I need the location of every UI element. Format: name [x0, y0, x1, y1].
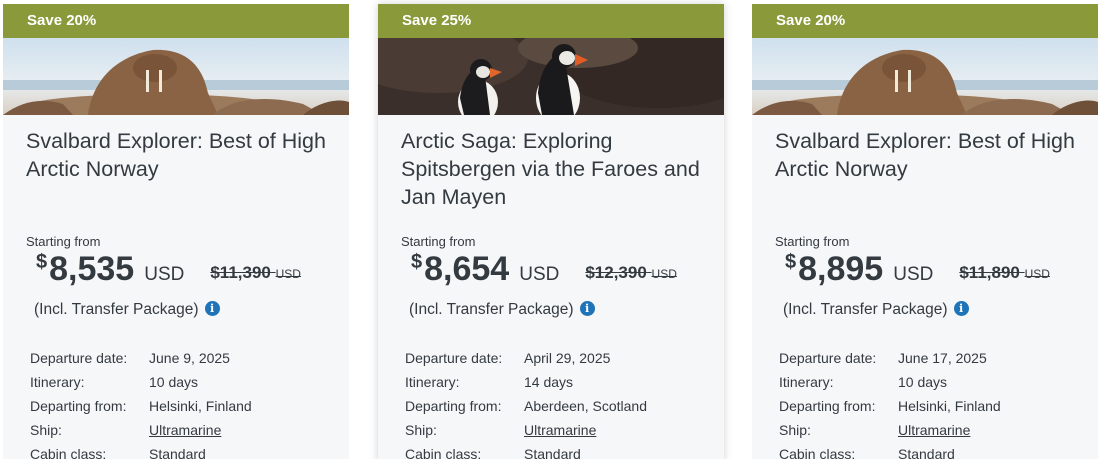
trip-title[interactable]: Arctic Saga: Exploring Spitsbergen via t…	[401, 127, 701, 227]
starting-from-label: Starting from	[775, 234, 850, 249]
price-row: $ 8,654 USD $12,390 USD	[401, 249, 701, 289]
original-price-amount: $11,890	[959, 263, 1020, 282]
original-price-currency: USD	[275, 267, 301, 281]
detail-value: 10 days	[149, 374, 199, 390]
detail-value: June 17, 2025	[898, 350, 987, 366]
info-icon[interactable]: i	[579, 300, 595, 316]
detail-value: 10 days	[898, 374, 948, 390]
detail-label: Departing from:	[405, 398, 502, 414]
detail-value: June 9, 2025	[149, 350, 230, 366]
detail-label: Cabin class:	[30, 446, 107, 459]
detail-value: Helsinki, Finland	[149, 398, 252, 414]
currency-symbol: $	[36, 251, 48, 273]
discount-badge: Save 20%	[752, 4, 1098, 38]
transfer-package-label: (Incl. Transfer Package)	[409, 301, 574, 318]
detail-row-ship: Ship: Ultramarine	[779, 418, 1075, 442]
detail-row-departure: Departure date: June 17, 2025	[779, 346, 1075, 370]
transfer-package-note: (Incl. Transfer Package) i	[783, 300, 1075, 319]
transfer-package-note: (Incl. Transfer Package) i	[409, 300, 701, 319]
puffin-photo[interactable]	[378, 38, 724, 115]
ship-link[interactable]: Ultramarine	[149, 418, 221, 442]
detail-label: Ship:	[30, 422, 62, 438]
detail-label: Departure date:	[405, 350, 503, 366]
trip-title[interactable]: Svalbard Explorer: Best of High Arctic N…	[26, 127, 326, 227]
detail-row-departure: Departure date: June 9, 2025	[30, 346, 326, 370]
detail-row-ship: Ship: Ultramarine	[405, 418, 701, 442]
original-price-currency: USD	[1024, 267, 1050, 281]
discount-badge: Save 20%	[3, 4, 349, 38]
detail-row-cabin: Cabin class: Standard	[30, 442, 326, 459]
detail-row-itinerary: Itinerary: 10 days	[779, 370, 1075, 394]
detail-label: Itinerary:	[30, 374, 85, 390]
detail-row-itinerary: Itinerary: 14 days	[405, 370, 701, 394]
detail-value: Standard	[898, 446, 955, 459]
price-currency: USD	[893, 264, 934, 285]
price-row: $ 8,535 USD $11,390 USD	[26, 249, 326, 289]
detail-value: April 29, 2025	[524, 350, 611, 366]
detail-row-departing-from: Departing from: Helsinki, Finland	[779, 394, 1075, 418]
detail-label: Departure date:	[30, 350, 128, 366]
detail-row-departure: Departure date: April 29, 2025	[405, 346, 701, 370]
currency-symbol: $	[411, 251, 423, 273]
detail-row-cabin: Cabin class: Standard	[405, 442, 701, 459]
price-row: $ 8,895 USD $11,890 USD	[775, 249, 1075, 289]
info-icon[interactable]: i	[204, 300, 220, 316]
detail-row-itinerary: Itinerary: 10 days	[30, 370, 326, 394]
detail-row-departing-from: Departing from: Helsinki, Finland	[30, 394, 326, 418]
detail-value: Aberdeen, Scotland	[524, 398, 647, 414]
ship-link[interactable]: Ultramarine	[524, 418, 596, 442]
starting-from-label: Starting from	[26, 234, 101, 249]
trip-card[interactable]: Save 20% Svalbard Explorer: Best of High…	[752, 4, 1098, 459]
detail-label: Ship:	[779, 422, 811, 438]
currency-symbol: $	[785, 251, 797, 273]
detail-label: Ship:	[405, 422, 437, 438]
detail-value: 14 days	[524, 374, 574, 390]
trip-card[interactable]: Save 25% Arctic Saga: Exploring Spitsber…	[378, 4, 724, 459]
price-currency: USD	[144, 264, 185, 285]
detail-row-departing-from: Departing from: Aberdeen, Scotland	[405, 394, 701, 418]
price-amount: 8,535	[49, 250, 135, 288]
original-price-amount: $11,390	[210, 263, 271, 282]
detail-label: Departure date:	[779, 350, 877, 366]
detail-label: Departing from:	[779, 398, 876, 414]
original-price-currency: USD	[651, 267, 677, 281]
trip-details: Departure date: June 9, 2025 Itinerary: 10…	[30, 346, 326, 459]
trip-title[interactable]: Svalbard Explorer: Best of High Arctic N…	[775, 127, 1075, 227]
info-icon[interactable]: i	[953, 300, 969, 316]
price-amount: 8,654	[424, 250, 510, 288]
starting-from-label: Starting from	[401, 234, 476, 249]
ship-link[interactable]: Ultramarine	[898, 418, 970, 442]
detail-row-cabin: Cabin class: Standard	[779, 442, 1075, 459]
detail-label: Itinerary:	[405, 374, 460, 390]
price-amount: 8,895	[798, 250, 884, 288]
price-currency: USD	[519, 264, 560, 285]
detail-label: Cabin class:	[405, 446, 482, 459]
original-price: $12,390 USD	[585, 263, 677, 283]
discount-badge: Save 25%	[378, 4, 724, 38]
walrus-photo[interactable]	[752, 38, 1098, 115]
trip-details: Departure date: April 29, 2025 Itinerary:…	[405, 346, 701, 459]
trip-card[interactable]: Save 20% Svalbard Explorer: Best of High…	[3, 4, 349, 459]
detail-value: Standard	[149, 446, 206, 459]
original-price-amount: $12,390	[585, 263, 647, 282]
original-price: $11,890 USD	[959, 263, 1050, 283]
detail-row-ship: Ship: Ultramarine	[30, 418, 326, 442]
original-price: $11,390 USD	[210, 263, 301, 283]
transfer-package-label: (Incl. Transfer Package)	[34, 301, 199, 318]
detail-value: Helsinki, Finland	[898, 398, 1001, 414]
detail-value: Standard	[524, 446, 581, 459]
walrus-photo[interactable]	[3, 38, 349, 115]
trip-details: Departure date: June 17, 2025 Itinerary: 1…	[779, 346, 1075, 459]
detail-label: Cabin class:	[779, 446, 856, 459]
transfer-package-label: (Incl. Transfer Package)	[783, 301, 948, 318]
transfer-package-note: (Incl. Transfer Package) i	[34, 300, 326, 319]
detail-label: Itinerary:	[779, 374, 834, 390]
detail-label: Departing from:	[30, 398, 127, 414]
